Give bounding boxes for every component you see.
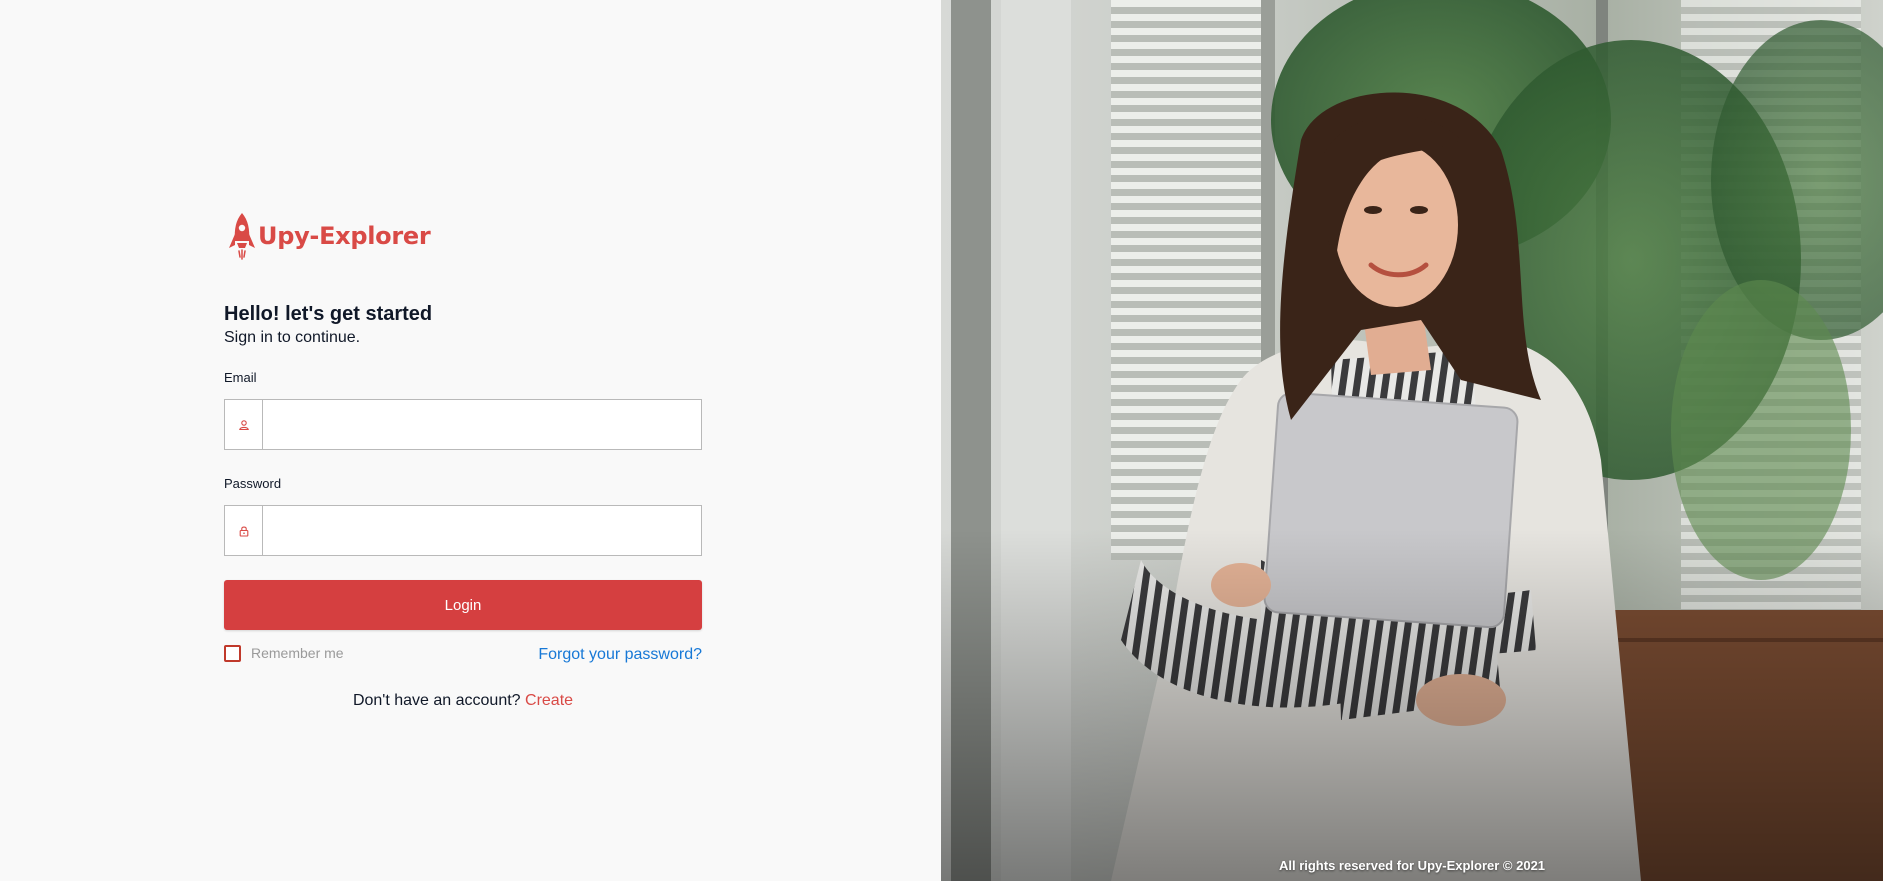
brand-name: Upy-Explorer xyxy=(258,222,431,250)
page-subtitle: Sign in to continue. xyxy=(224,329,361,346)
password-label: Password xyxy=(224,476,282,491)
password-field[interactable] xyxy=(263,506,701,555)
hero-photo xyxy=(941,0,1883,881)
signup-row: Don't have an account? Create xyxy=(224,692,702,710)
page-title: Hello! let's get started xyxy=(224,303,433,325)
copyright-footer: All rights reserved for Upy-Explorer © 2… xyxy=(1278,858,1546,873)
remember-me[interactable]: Remember me xyxy=(224,644,344,662)
password-input-group xyxy=(224,505,702,556)
create-account-link[interactable]: Create xyxy=(525,692,573,709)
email-label: Email xyxy=(224,370,257,385)
forgot-password-link[interactable]: Forgot your password? xyxy=(538,646,702,664)
login-button[interactable]: Login xyxy=(224,580,702,630)
remember-me-label: Remember me xyxy=(251,645,344,661)
login-panel: Upy-Explorer Hello! let's get started Si… xyxy=(0,0,941,881)
email-field[interactable] xyxy=(263,400,701,449)
hero-photo-panel: All rights reserved for Upy-Explorer © 2… xyxy=(941,0,1883,881)
rocket-icon xyxy=(229,213,255,260)
email-input-group xyxy=(224,399,702,450)
password-addon xyxy=(225,506,263,555)
lock-icon xyxy=(239,526,248,537)
email-addon xyxy=(225,400,263,449)
form-options-row: Remember me Forgot your password? xyxy=(224,643,702,663)
login-form: Upy-Explorer Hello! let's get started Si… xyxy=(224,212,702,710)
signup-prompt: Don't have an account? xyxy=(352,692,521,709)
user-icon xyxy=(238,419,249,430)
brand: Upy-Explorer xyxy=(227,212,702,260)
remember-me-checkbox[interactable] xyxy=(224,644,241,662)
